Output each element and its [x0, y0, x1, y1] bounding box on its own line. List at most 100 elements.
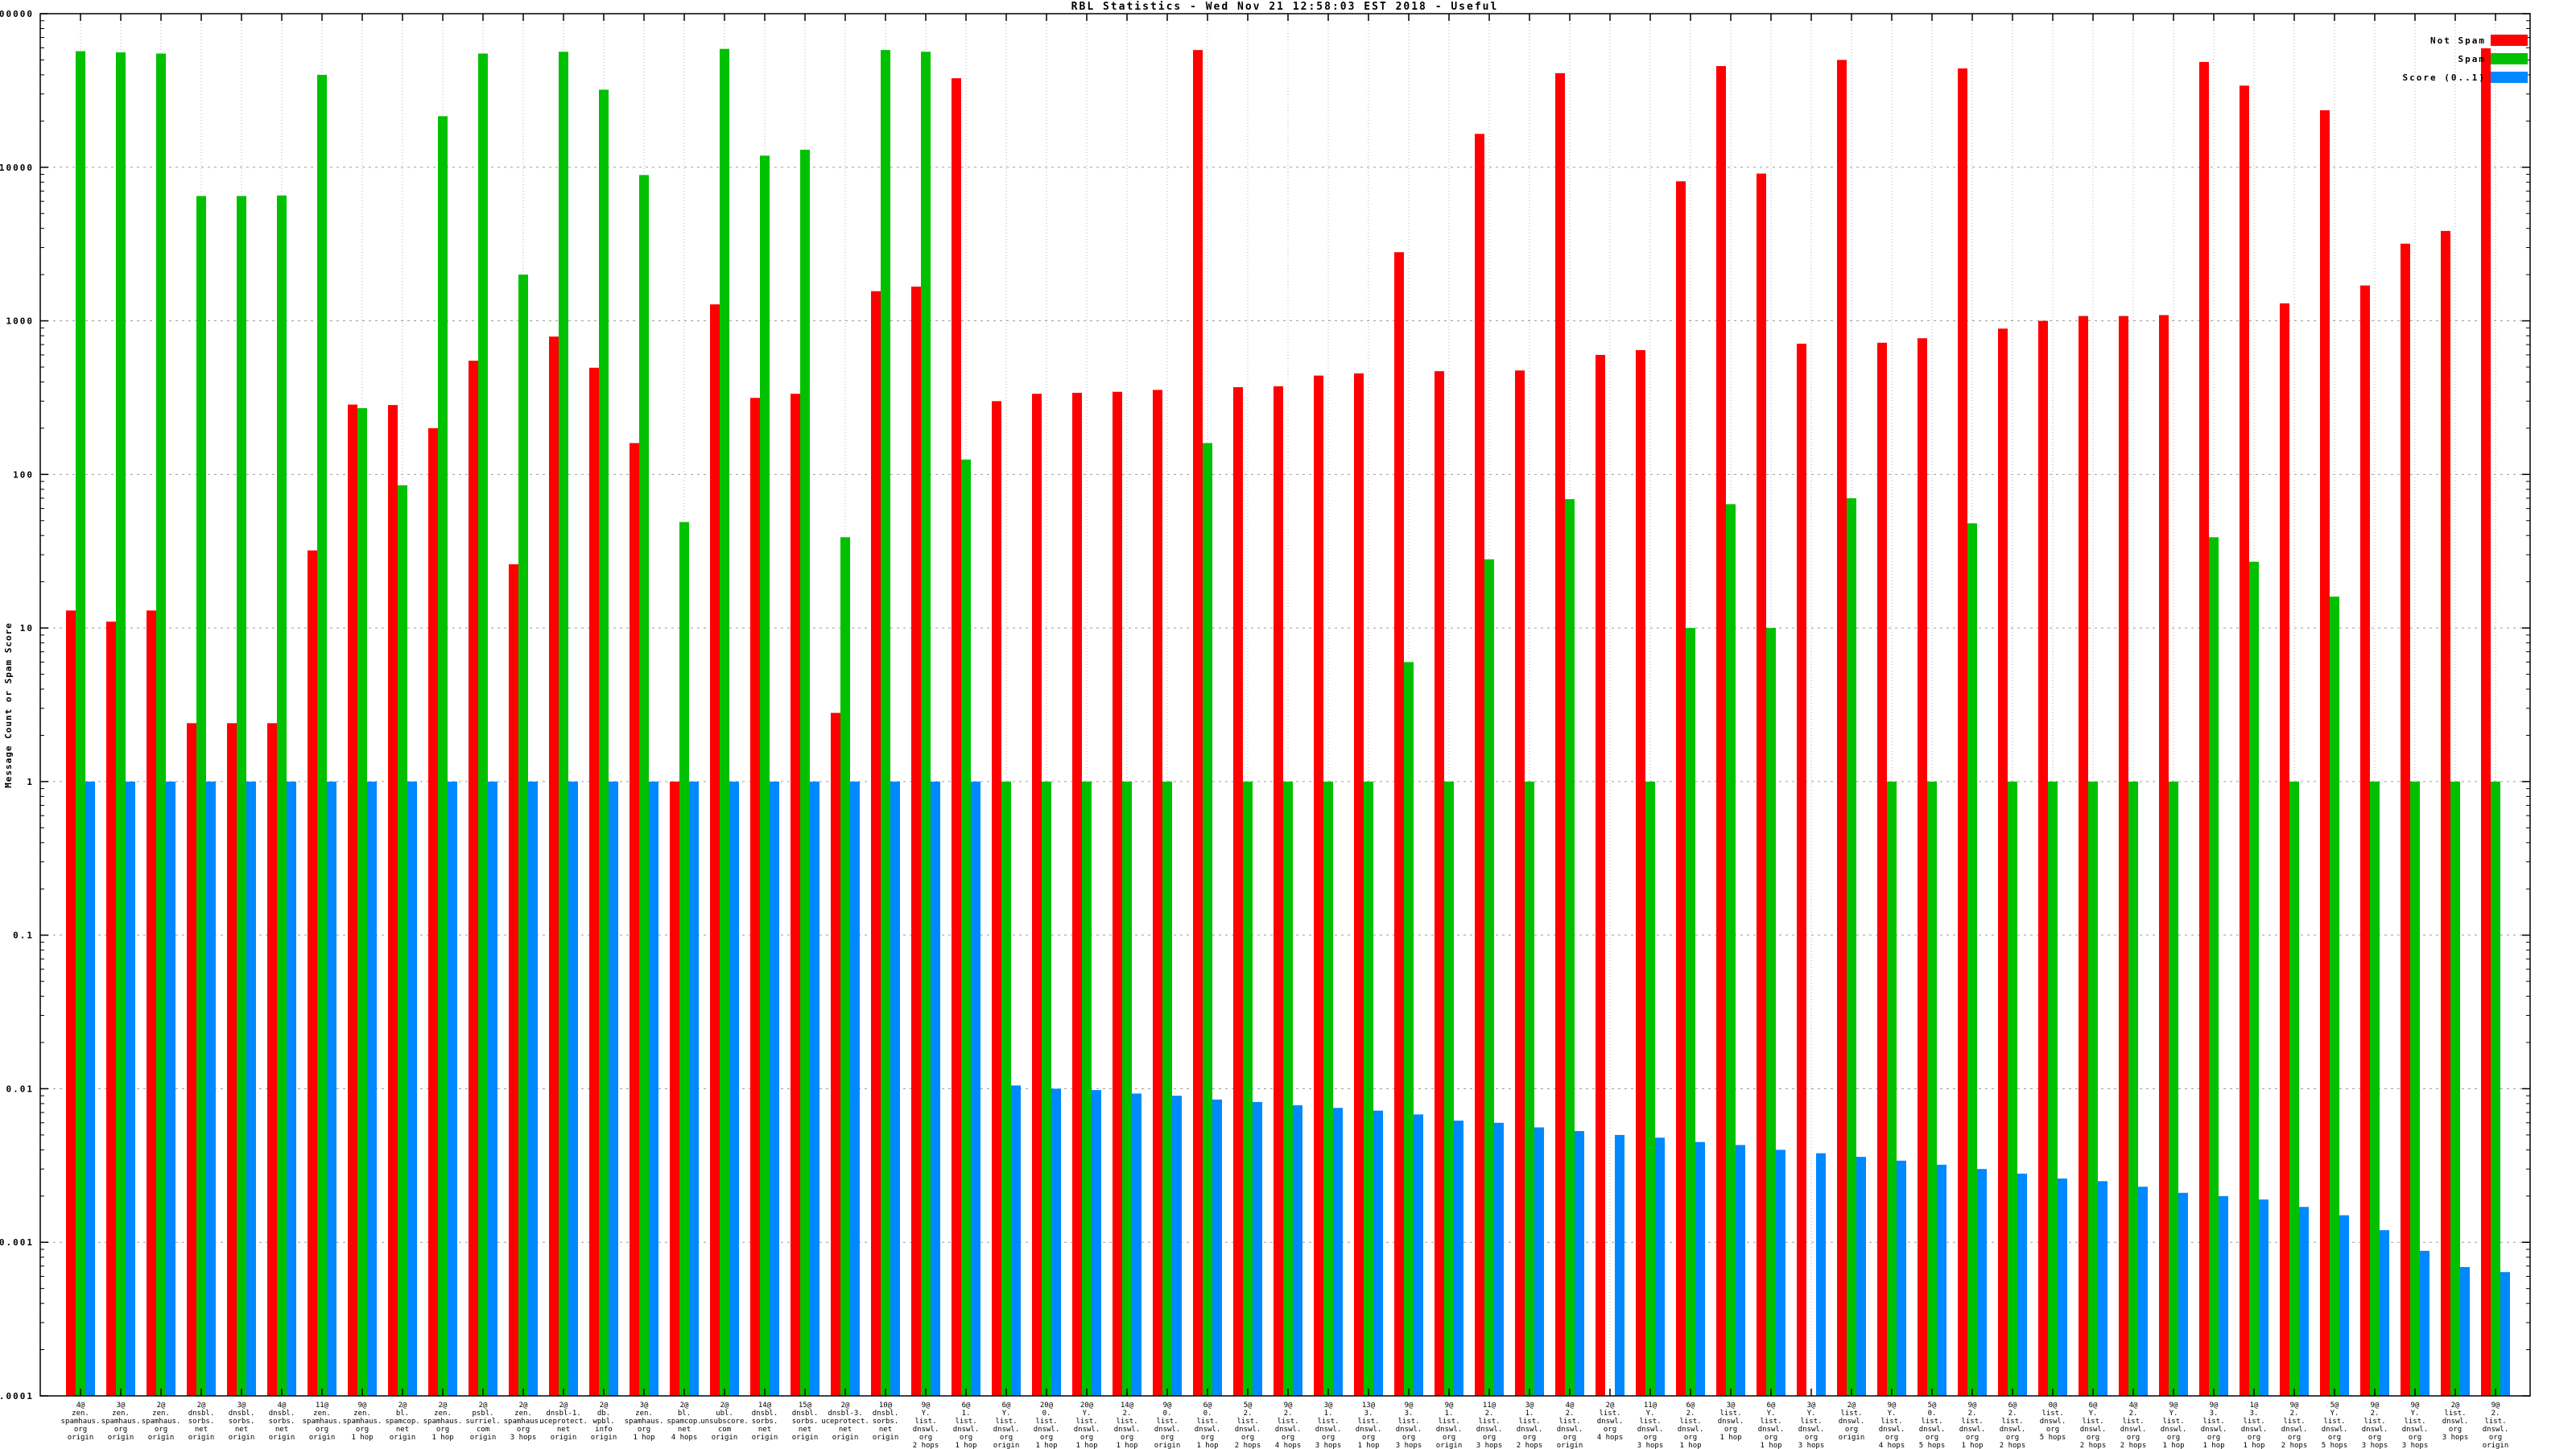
x-axis-label-line: 1 hop — [1035, 1442, 1057, 1449]
x-axis-label-line: dnsbl. — [229, 1410, 255, 1418]
bar-score — [1293, 1105, 1302, 1396]
x-axis-label-line: 3 hops — [1396, 1442, 1422, 1449]
x-axis-label-line: org — [2087, 1434, 2099, 1442]
bar-not-spam — [2119, 316, 2128, 1397]
x-axis-label-line: 2@ — [398, 1402, 407, 1410]
x-axis-label-line: uceprotect. — [539, 1418, 588, 1426]
x-axis-label: 9@0.list.dnswl.orgorigin — [1154, 1402, 1181, 1449]
x-axis-label-line: zen. — [152, 1410, 170, 1418]
x-axis-label-line: origin — [108, 1434, 134, 1442]
bar-not-spam — [1998, 328, 2008, 1396]
bar-not-spam — [1515, 370, 1525, 1396]
x-axis-label: 2@list.dnswl.orgorigin — [1839, 1402, 1865, 1442]
bar-spam — [1203, 443, 1212, 1396]
x-axis-label-line: net — [195, 1426, 208, 1434]
x-axis-label: 2@zen.spamhaus.org3 hops — [504, 1402, 543, 1442]
x-axis-label-line: origin — [269, 1434, 295, 1442]
x-axis-label-line: org — [1201, 1434, 1214, 1442]
x-axis-label-line: dnswl. — [1557, 1426, 1583, 1434]
bar-spam — [1726, 504, 1736, 1397]
x-axis-label-line: 11@ — [1483, 1402, 1496, 1410]
bar-spam — [760, 155, 770, 1396]
x-axis-label-line: origin — [390, 1434, 416, 1442]
x-axis-label-line: spamhaus. — [101, 1418, 141, 1426]
bar-not-spam — [1596, 354, 1605, 1396]
bar-score — [890, 781, 900, 1396]
bar-not-spam — [549, 336, 559, 1396]
x-axis-label-line: 2. — [1485, 1410, 1494, 1418]
x-axis-label-line: Y. — [922, 1410, 931, 1418]
x-axis-label-line: dnsbl-1. — [546, 1410, 580, 1418]
x-axis-label-line: org — [114, 1426, 127, 1434]
x-axis-label-line: dnswl. — [913, 1426, 939, 1434]
bar-not-spam — [2038, 320, 2048, 1396]
x-axis-label-line: 2@ — [720, 1402, 729, 1410]
bar-not-spam — [1797, 343, 1806, 1397]
y-tick-label: 10 — [20, 623, 34, 634]
x-axis-label-line: psbl. — [472, 1410, 493, 1418]
y-tick-label: 0.001 — [0, 1237, 34, 1248]
x-axis-label-line: dnswl. — [1678, 1426, 1704, 1434]
x-axis-label-line: Y. — [1888, 1410, 1897, 1418]
x-axis-label-line: 15@ — [799, 1402, 812, 1410]
x-axis-label-line: dnswl. — [2281, 1426, 2308, 1434]
bar-spam — [518, 275, 528, 1396]
bar-score — [528, 781, 538, 1396]
x-axis-label-line: 3 hops — [1315, 1442, 1342, 1449]
x-axis-label-line: unsubscore. — [700, 1418, 749, 1426]
x-axis-label-line: list. — [1478, 1418, 1500, 1426]
x-axis-label-line: wpbl. — [592, 1418, 614, 1426]
bar-not-spam — [469, 361, 478, 1396]
bar-score — [2339, 1215, 2349, 1396]
x-axis-label-line: 20@ — [1080, 1402, 1094, 1410]
x-axis-label: 9@zen.spamhaus.org1 hop — [343, 1402, 382, 1442]
x-axis-label-line: org — [2449, 1426, 2462, 1434]
x-axis-label-line: net — [678, 1426, 691, 1434]
x-axis-label-line: list. — [1679, 1418, 1701, 1426]
x-axis-label: 3@1.list.dnswl.org3 hops — [1315, 1402, 1342, 1449]
bar-score — [2460, 1266, 2470, 1396]
x-axis-label-line: 3 hops — [1798, 1442, 1825, 1449]
bar-score — [1655, 1137, 1665, 1396]
x-axis-label-line: zen. — [313, 1410, 331, 1418]
x-axis-label: 2@bl.spamcop.net4 hops — [667, 1402, 701, 1442]
bar-score — [2098, 1181, 2107, 1396]
bar-score — [488, 781, 497, 1396]
x-axis-label-line: 2. — [1968, 1410, 1977, 1418]
bar-spam — [720, 48, 729, 1397]
bar-score — [1776, 1150, 1785, 1396]
bar-spam — [1525, 781, 1534, 1396]
x-axis-label-line: origin — [591, 1434, 617, 1442]
x-axis-label: 9@2.list.dnswl.org1 hop — [1959, 1402, 1986, 1449]
x-axis-label-line: list. — [2363, 1418, 2385, 1426]
x-axis-label-line: 2 hops — [2080, 1442, 2107, 1449]
x-axis-label-line: 2@ — [439, 1402, 448, 1410]
x-axis-label-line: 1@ — [2250, 1402, 2259, 1410]
x-axis-label-line: 2. — [1123, 1410, 1132, 1418]
bar-spam — [639, 175, 649, 1396]
bar-spam — [2410, 781, 2420, 1396]
bar-not-spam — [1274, 386, 1283, 1396]
bar-score — [1856, 1157, 1866, 1396]
x-axis-label-line: 4@ — [76, 1402, 85, 1410]
bar-spam — [317, 74, 327, 1397]
x-axis-label-line: org — [1724, 1426, 1737, 1434]
bar-spam — [2249, 561, 2259, 1397]
bar-spam — [1967, 523, 1977, 1396]
x-axis-label-line: org — [1080, 1434, 1093, 1442]
bar-not-spam — [147, 610, 156, 1396]
x-axis-label-line: 9@ — [1888, 1402, 1897, 1410]
bar-score — [1373, 1110, 1383, 1396]
x-axis-label-line: origin — [1557, 1442, 1583, 1449]
x-axis-label-line: org — [2368, 1434, 2381, 1442]
x-axis-label-line: 2 hops — [1517, 1442, 1543, 1449]
x-axis-label-line: 0. — [1203, 1410, 1212, 1418]
x-axis-label: 3@Y.list.dnswl.org3 hops — [1798, 1402, 1825, 1449]
x-axis-label-line: org — [1402, 1434, 1415, 1442]
x-axis-label-line: 6@ — [1002, 1402, 1011, 1410]
bar-score — [971, 781, 980, 1396]
x-axis-label-line: origin — [1436, 1442, 1463, 1449]
x-axis-label: 5@2.list.dnswl.org2 hops — [1235, 1402, 1261, 1449]
x-axis-label-line: 3 hops — [510, 1434, 537, 1442]
bar-spam — [1162, 781, 1172, 1396]
